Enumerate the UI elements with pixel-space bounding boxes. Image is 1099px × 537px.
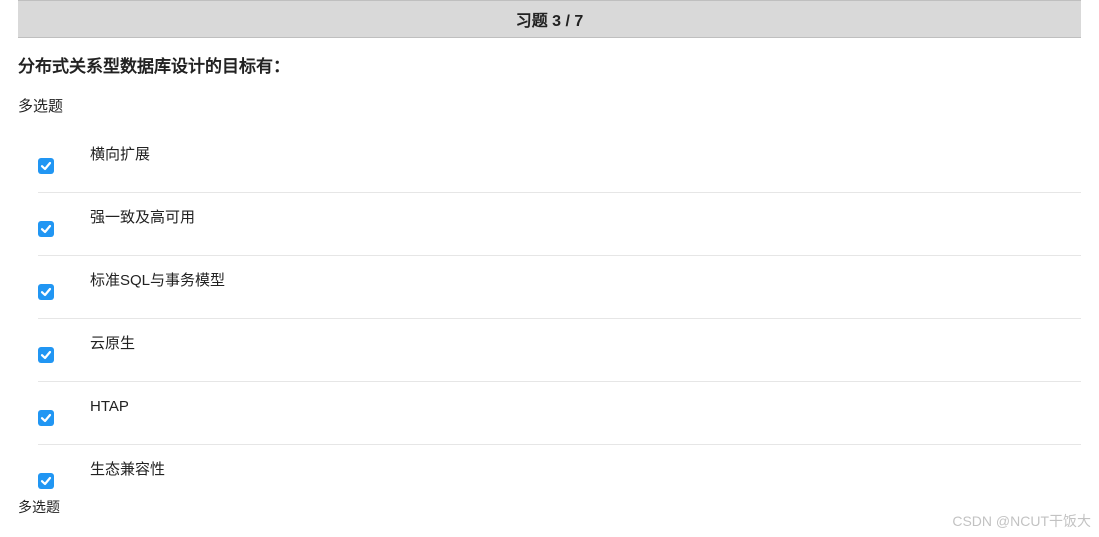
option-label: 强一致及高可用 (90, 207, 195, 230)
option-label: 云原生 (90, 333, 135, 356)
checkbox-icon[interactable] (38, 158, 54, 174)
question-title: 分布式关系型数据库设计的目标有： (18, 52, 1081, 77)
exercise-header: 习题 3 / 7 (18, 0, 1081, 38)
checkbox-icon[interactable] (38, 473, 54, 489)
checkbox-icon[interactable] (38, 347, 54, 363)
options-list: 横向扩展 强一致及高可用 标准SQL与事务模型 云原生 HTAP (18, 130, 1081, 495)
checkbox-icon[interactable] (38, 284, 54, 300)
option-label: 生态兼容性 (90, 459, 165, 482)
footer-type: 多选题 (0, 497, 1099, 517)
option-row[interactable]: 横向扩展 (38, 130, 1081, 193)
exercise-title: 习题 3 / 7 (516, 13, 584, 30)
checkbox-icon[interactable] (38, 221, 54, 237)
option-row[interactable]: 云原生 (38, 319, 1081, 382)
option-label: 标准SQL与事务模型 (90, 270, 225, 293)
option-row[interactable]: 强一致及高可用 (38, 193, 1081, 256)
option-row[interactable]: HTAP (38, 382, 1081, 445)
option-row[interactable]: 标准SQL与事务模型 (38, 256, 1081, 319)
option-row[interactable]: 生态兼容性 (38, 445, 1081, 495)
option-label: HTAP (90, 396, 129, 419)
option-label: 横向扩展 (90, 144, 150, 167)
checkbox-icon[interactable] (38, 410, 54, 426)
question-type: 多选题 (18, 95, 1081, 116)
